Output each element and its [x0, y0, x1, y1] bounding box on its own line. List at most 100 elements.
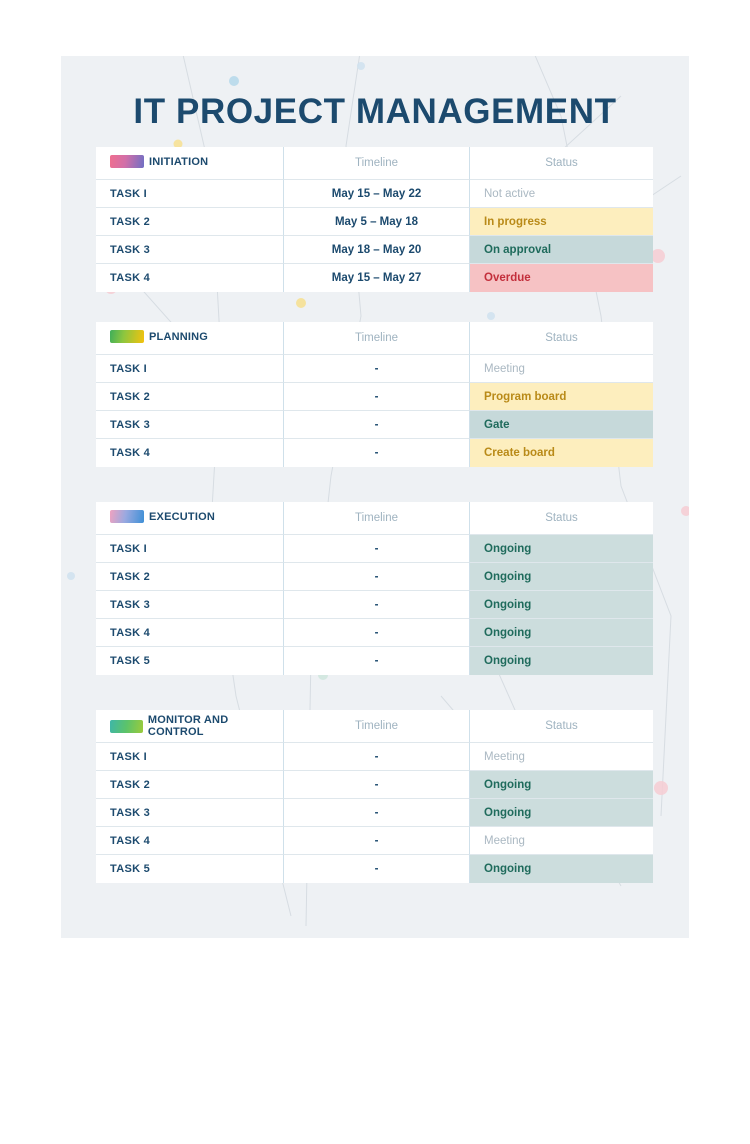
status-badge[interactable]: Ongoing: [470, 563, 653, 591]
task-name: TASK 4: [96, 439, 284, 467]
task-name: TASK 3: [96, 236, 284, 264]
status-badge[interactable]: Ongoing: [470, 771, 653, 799]
status-badge[interactable]: Ongoing: [470, 799, 653, 827]
task-name: TASK 2: [96, 563, 284, 591]
column-header-status: Status: [470, 502, 653, 535]
status-badge[interactable]: In progress: [470, 208, 653, 236]
column-header-status: Status: [470, 710, 653, 743]
status-badge[interactable]: On approval: [470, 236, 653, 264]
table-row[interactable]: TASK 3 - Ongoing: [96, 591, 653, 619]
table-header-row: PLANNING Timeline Status: [96, 322, 653, 355]
task-timeline: -: [284, 647, 470, 675]
task-timeline: May 15 – May 27: [284, 264, 470, 292]
table-row[interactable]: TASK 3 - Ongoing: [96, 799, 653, 827]
task-timeline: -: [284, 771, 470, 799]
table-header-row: INITIATION Timeline Status: [96, 147, 653, 180]
task-timeline: -: [284, 355, 470, 383]
table-header-row: MONITOR AND CONTROL Timeline Status: [96, 710, 653, 743]
table-planning: PLANNING Timeline Status TASK I - Meetin…: [96, 322, 653, 467]
table-execution: EXECUTION Timeline Status TASK I - Ongoi…: [96, 502, 653, 675]
section-header-execution: EXECUTION: [96, 502, 284, 535]
status-badge[interactable]: Ongoing: [470, 619, 653, 647]
task-timeline: May 5 – May 18: [284, 208, 470, 236]
task-name: TASK 2: [96, 383, 284, 411]
table-row[interactable]: TASK I - Ongoing: [96, 535, 653, 563]
task-timeline: May 15 – May 22: [284, 180, 470, 208]
task-name: TASK I: [96, 743, 284, 771]
task-name: TASK 5: [96, 855, 284, 883]
task-timeline: -: [284, 855, 470, 883]
task-timeline: -: [284, 743, 470, 771]
task-name: TASK 3: [96, 411, 284, 439]
table-row[interactable]: TASK 4 - Ongoing: [96, 619, 653, 647]
section-badge-icon: [110, 719, 143, 733]
column-header-status: Status: [470, 147, 653, 180]
task-name: TASK I: [96, 355, 284, 383]
task-name: TASK 3: [96, 799, 284, 827]
table-row[interactable]: TASK 4 - Create board: [96, 439, 653, 467]
status-badge[interactable]: Ongoing: [470, 535, 653, 563]
column-header-status: Status: [470, 322, 653, 355]
status-badge[interactable]: Ongoing: [470, 591, 653, 619]
status-badge[interactable]: Create board: [470, 439, 653, 467]
status-badge[interactable]: Ongoing: [470, 647, 653, 675]
task-timeline: -: [284, 799, 470, 827]
section-badge-icon: [110, 330, 144, 343]
task-timeline: -: [284, 619, 470, 647]
status-badge[interactable]: Gate: [470, 411, 653, 439]
table-row[interactable]: TASK I - Meeting: [96, 355, 653, 383]
table-row[interactable]: TASK 2 - Ongoing: [96, 563, 653, 591]
table-row[interactable]: TASK 3 - Gate: [96, 411, 653, 439]
task-name: TASK 2: [96, 771, 284, 799]
table-initiation: INITIATION Timeline Status TASK I May 15…: [96, 147, 653, 292]
task-name: TASK I: [96, 180, 284, 208]
task-name: TASK 4: [96, 264, 284, 292]
table-row[interactable]: TASK 2 May 5 – May 18 In progress: [96, 208, 653, 236]
task-name: TASK 5: [96, 647, 284, 675]
task-timeline: -: [284, 827, 470, 855]
table-row[interactable]: TASK 5 - Ongoing: [96, 855, 653, 883]
table-row[interactable]: TASK 2 - Ongoing: [96, 771, 653, 799]
task-name: TASK 4: [96, 827, 284, 855]
page-root: IT PROJECT MANAGEMENT INITIATION Timelin…: [0, 0, 750, 1144]
status-badge[interactable]: Meeting: [470, 355, 653, 383]
table-header-row: EXECUTION Timeline Status: [96, 502, 653, 535]
task-timeline: -: [284, 591, 470, 619]
column-header-timeline: Timeline: [284, 322, 470, 355]
task-timeline: -: [284, 563, 470, 591]
column-header-timeline: Timeline: [284, 147, 470, 180]
table-row[interactable]: TASK I May 15 – May 22 Not active: [96, 180, 653, 208]
section-title: PLANNING: [149, 330, 209, 343]
section-header-monitor-and-control: MONITOR AND CONTROL: [96, 710, 284, 743]
status-badge[interactable]: Overdue: [470, 264, 653, 292]
status-badge[interactable]: Ongoing: [470, 855, 653, 883]
task-name: TASK I: [96, 535, 284, 563]
section-title: MONITOR AND CONTROL: [147, 714, 229, 738]
section-title: INITIATION: [149, 155, 209, 168]
section-header-initiation: INITIATION: [96, 147, 284, 180]
page-title: IT PROJECT MANAGEMENT: [133, 92, 617, 131]
table-row[interactable]: TASK 4 - Meeting: [96, 827, 653, 855]
status-badge[interactable]: Meeting: [470, 743, 653, 771]
table-row[interactable]: TASK 5 - Ongoing: [96, 647, 653, 675]
status-badge[interactable]: Not active: [470, 180, 653, 208]
column-header-timeline: Timeline: [284, 710, 470, 743]
section-badge-icon: [110, 510, 144, 523]
task-name: TASK 4: [96, 619, 284, 647]
table-row[interactable]: TASK 2 - Program board: [96, 383, 653, 411]
task-timeline: -: [284, 535, 470, 563]
task-timeline: -: [284, 411, 470, 439]
table-row[interactable]: TASK 4 May 15 – May 27 Overdue: [96, 264, 653, 292]
section-header-planning: PLANNING: [96, 322, 284, 355]
section-title: EXECUTION: [149, 510, 215, 523]
task-timeline: -: [284, 383, 470, 411]
section-badge-icon: [110, 155, 144, 168]
table-row[interactable]: TASK I - Meeting: [96, 743, 653, 771]
task-name: TASK 3: [96, 591, 284, 619]
task-timeline: May 18 – May 20: [284, 236, 470, 264]
table-row[interactable]: TASK 3 May 18 – May 20 On approval: [96, 236, 653, 264]
task-timeline: -: [284, 439, 470, 467]
column-header-timeline: Timeline: [284, 502, 470, 535]
status-badge[interactable]: Meeting: [470, 827, 653, 855]
status-badge[interactable]: Program board: [470, 383, 653, 411]
